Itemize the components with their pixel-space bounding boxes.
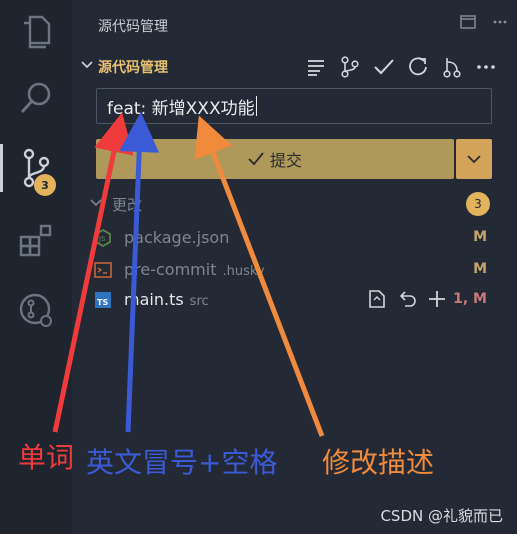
open-view-icon[interactable]: [460, 14, 476, 30]
extensions-icon[interactable]: [0, 208, 72, 272]
list-item[interactable]: JS package.json M: [72, 224, 517, 252]
typescript-icon: TS: [95, 292, 111, 308]
chevron-down-icon: [467, 155, 481, 164]
commit-message-text: feat: 新增XXX功能: [107, 98, 255, 119]
list-item[interactable]: TS main.ts src 1, M: [72, 286, 517, 314]
changes-group[interactable]: 更改 3: [72, 192, 517, 216]
file-actions: [366, 288, 448, 310]
more-actions-icon[interactable]: [492, 14, 508, 30]
open-file-icon[interactable]: [366, 288, 388, 310]
search-icon[interactable]: [0, 66, 72, 130]
file-name: package.json: [124, 228, 230, 247]
list-item[interactable]: pre-commit .husky M: [72, 256, 517, 284]
svg-text:JS: JS: [98, 235, 106, 243]
scm-toolbar: [304, 55, 498, 79]
annotation-description: 修改描述: [322, 446, 435, 479]
changes-count-badge: 3: [466, 192, 490, 216]
commit-button-label: 提交: [269, 151, 302, 170]
nodejs-icon: JS: [95, 229, 111, 247]
pull-request-icon[interactable]: [440, 55, 464, 79]
file-name: pre-commit .husky: [124, 260, 265, 279]
file-status: M: [473, 229, 487, 245]
discard-changes-icon[interactable]: [396, 288, 418, 310]
refresh-icon[interactable]: [406, 55, 430, 79]
remote-explorer-icon[interactable]: [0, 278, 72, 342]
annotation-colon-space: 英文冒号+空格: [86, 446, 278, 479]
changes-label: 更改: [112, 196, 143, 214]
panel-title: 源代码管理: [98, 19, 168, 35]
svg-text:TS: TS: [97, 298, 108, 307]
file-dir: .husky: [222, 264, 265, 279]
terminal-file-icon: [94, 262, 112, 278]
explorer-icon[interactable]: [0, 0, 72, 64]
chevron-down-icon: [90, 199, 102, 207]
file-dir: src: [189, 294, 209, 309]
watermark: CSDN @礼貌而已: [380, 507, 503, 525]
chevron-down-icon[interactable]: [80, 58, 94, 72]
annotation-word: 单词: [18, 441, 75, 474]
file-status: 1, M: [453, 291, 487, 307]
branch-graph-icon[interactable]: [338, 55, 362, 79]
view-as-tree-icon[interactable]: [304, 55, 328, 79]
commit-check-icon[interactable]: [372, 55, 396, 79]
panel-title-actions: [460, 14, 508, 30]
stage-changes-icon[interactable]: [426, 288, 448, 310]
file-name: main.ts src: [124, 290, 209, 309]
commit-dropdown-button[interactable]: [456, 139, 492, 179]
text-caret: [255, 96, 257, 116]
check-icon: [248, 152, 264, 166]
commit-message-input[interactable]: feat: 新增XXX功能: [96, 88, 492, 124]
commit-button[interactable]: 提交: [96, 139, 454, 179]
section-title[interactable]: 源代码管理: [98, 57, 168, 77]
scm-count-badge: 3: [34, 174, 56, 196]
file-status: M: [473, 261, 487, 277]
more-icon[interactable]: [474, 55, 498, 79]
